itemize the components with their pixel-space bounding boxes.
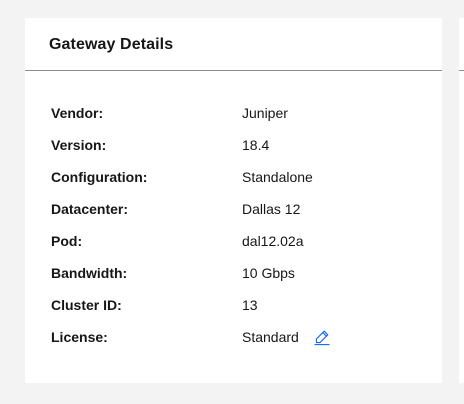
detail-value: 13 [242,297,258,313]
detail-label: Configuration: [51,169,148,185]
edit-pencil-icon[interactable] [313,328,331,346]
detail-value: Standalone [242,169,313,185]
detail-row-cluster-id: Cluster ID: 13 [51,289,431,321]
detail-row-bandwidth: Bandwidth: 10 Gbps [51,257,431,289]
detail-label: Bandwidth: [51,265,128,281]
detail-value: dal12.02a [242,233,304,249]
detail-label: Datacenter: [51,201,129,217]
detail-row-datacenter: Datacenter: Dallas 12 [51,193,431,225]
detail-row-version: Version: 18.4 [51,129,431,161]
detail-label: Vendor: [51,105,104,121]
detail-label: Pod: [51,233,83,249]
license-value-group: Standard [242,328,331,346]
adjacent-card-edge [459,18,464,383]
detail-value: Juniper [242,105,288,121]
detail-row-pod: Pod: dal12.02a [51,225,431,257]
detail-label: License: [51,329,108,345]
card-title: Gateway Details [49,35,174,53]
details-list: Vendor: Juniper Version: 18.4 Configurat… [51,97,431,353]
detail-label: Version: [51,137,107,153]
detail-row-vendor: Vendor: Juniper [51,97,431,129]
detail-value: 10 Gbps [242,265,295,281]
gateway-details-card: Gateway Details Vendor: Juniper Version:… [25,18,442,383]
detail-value: 18.4 [242,137,270,153]
page: Gateway Details Vendor: Juniper Version:… [0,0,464,404]
detail-label: Cluster ID: [51,297,122,313]
card-header: Gateway Details [25,18,442,71]
detail-value: Standard [242,329,299,345]
detail-row-license: License: Standard [51,321,431,353]
detail-value: Dallas 12 [242,201,301,217]
detail-row-configuration: Configuration: Standalone [51,161,431,193]
adjacent-card-divider [459,70,464,71]
